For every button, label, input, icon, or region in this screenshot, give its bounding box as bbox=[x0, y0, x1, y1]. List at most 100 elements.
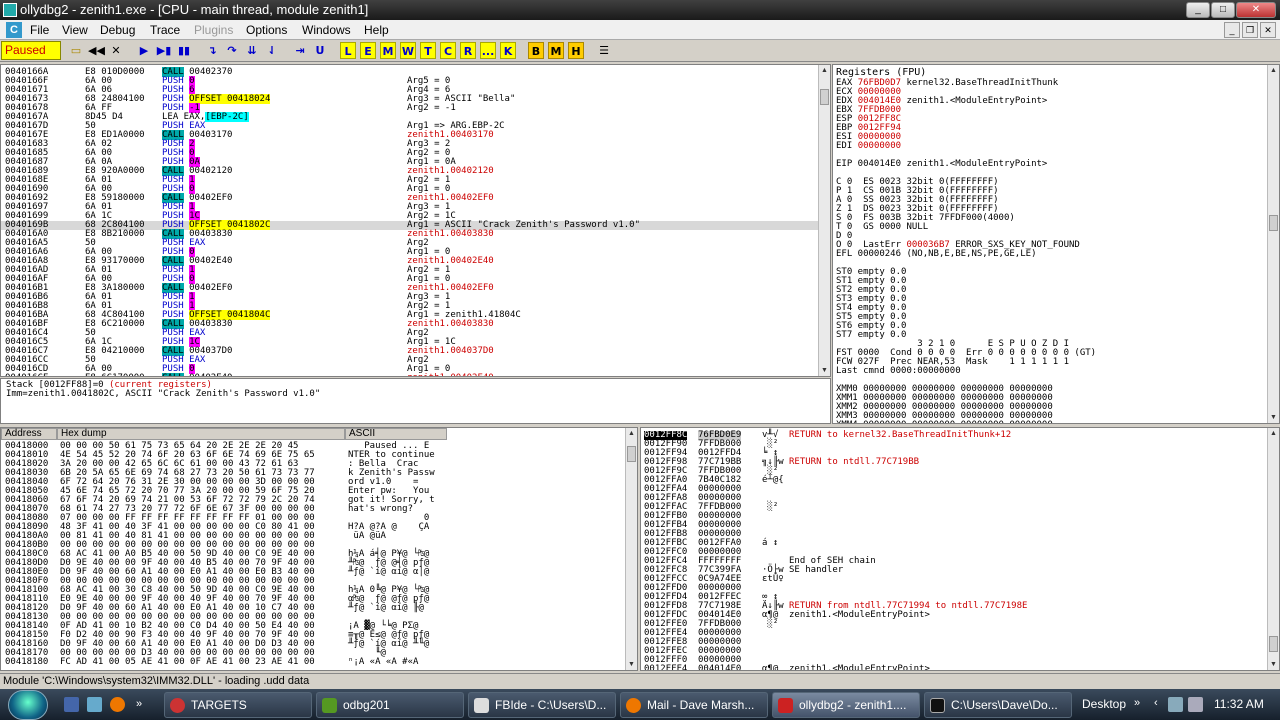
options-list-icon[interactable]: ☰ bbox=[596, 42, 612, 59]
task-targets[interactable]: TARGETS bbox=[164, 692, 312, 718]
close-button[interactable]: ✕ bbox=[1236, 2, 1276, 18]
disassembly-pane[interactable]: 0040166A E8 010D0000 CALL 00402370 0040166F… bbox=[0, 64, 831, 377]
task-mail[interactable]: Mail - Dave Marsh... bbox=[620, 692, 768, 718]
stack-pane[interactable]: 0012FF8C 76FBD0E9 v╨√ RETURN to kernel32.Ba… bbox=[640, 427, 1280, 671]
scroll-up-icon[interactable]: ▲ bbox=[819, 65, 830, 76]
references-button[interactable]: R bbox=[460, 42, 476, 59]
dump-row[interactable]: 00418180 FC AD 41 00 05 AE 41 00 0F AE 41… bbox=[1, 658, 637, 667]
scroll-down-icon[interactable]: ▼ bbox=[626, 659, 637, 670]
menu-file[interactable]: File bbox=[30, 23, 49, 37]
register-line[interactable]: XMM4 00000000 00000000 00000000 00000000 bbox=[836, 421, 1053, 424]
task-odbg201[interactable]: odbg201 bbox=[316, 692, 464, 718]
trace-over-icon[interactable]: ⇃ bbox=[264, 42, 280, 59]
call-stack-button[interactable]: K bbox=[500, 42, 516, 59]
stack-ascii: εtÜ♀ bbox=[762, 574, 784, 584]
scroll-up-icon[interactable]: ▲ bbox=[1268, 428, 1279, 439]
run-icon[interactable]: ▶ bbox=[136, 42, 152, 59]
title-bar: ollydbg2 - zenith1.exe - [CPU - main thr… bbox=[0, 0, 1280, 20]
chevron-left-icon[interactable]: ‹ bbox=[1154, 697, 1158, 709]
run-thread-icon[interactable]: ▶▮ bbox=[156, 42, 172, 59]
disassembly-scrollbar[interactable]: ▲ ▼ bbox=[818, 65, 830, 376]
disasm-address: 004016CF bbox=[5, 374, 48, 377]
dump-header-address[interactable]: Address bbox=[1, 428, 57, 440]
dump-header-ascii[interactable]: ASCII bbox=[345, 428, 447, 440]
scroll-thumb[interactable] bbox=[1269, 636, 1278, 652]
registers-scrollbar[interactable]: ▲ ▼ bbox=[1267, 65, 1279, 423]
menu-plugins[interactable]: Plugins bbox=[194, 23, 233, 37]
stack-comment: zenith1.<ModuleEntryPoint> bbox=[789, 610, 930, 620]
disasm-command: CALL 00402E40 bbox=[162, 373, 232, 376]
explorer-icon[interactable] bbox=[87, 697, 102, 712]
mdi-close-button[interactable]: ✕ bbox=[1260, 22, 1276, 38]
menu-windows[interactable]: Windows bbox=[302, 23, 351, 37]
scroll-thumb[interactable] bbox=[627, 446, 636, 462]
start-button[interactable] bbox=[8, 690, 48, 720]
menu-trace[interactable]: Trace bbox=[150, 23, 180, 37]
scroll-down-icon[interactable]: ▼ bbox=[1268, 659, 1279, 670]
execute-till-return-icon[interactable]: ⇥ bbox=[292, 42, 308, 59]
scroll-up-icon[interactable]: ▲ bbox=[1268, 65, 1279, 76]
menu-bar: C File View Debug Trace Plugins Options … bbox=[0, 20, 1280, 40]
task-label: FBIde - C:\Users\D... bbox=[495, 698, 607, 712]
breakpoints-button[interactable]: B bbox=[528, 42, 544, 59]
stack-row[interactable]: 0012FFF4 004014E0 α¶@ zenith1.<ModuleEntryP… bbox=[641, 665, 1279, 671]
execute-till-user-code-icon[interactable]: U bbox=[312, 42, 328, 59]
registers-pane[interactable]: Registers (FPU) EAX 76FBD0D7 kernel32.Ba… bbox=[832, 64, 1280, 424]
stack-ascii: á ↕ bbox=[762, 538, 779, 548]
volume-icon[interactable] bbox=[1188, 697, 1203, 712]
executable-modules-button[interactable]: E bbox=[360, 42, 376, 59]
show-desktop-icon[interactable] bbox=[64, 697, 79, 712]
open-icon[interactable]: ▭ bbox=[68, 42, 84, 59]
dump-header-hex[interactable]: Hex dump bbox=[57, 428, 345, 440]
chevron-right-icon[interactable]: » bbox=[1134, 697, 1140, 709]
dump-pane[interactable]: Address Hex dump ASCII 00418000 00 00 00 … bbox=[0, 427, 638, 671]
disasm-row[interactable]: 00401678 6A FF PUSH -1 Arg2 = -1 bbox=[1, 103, 830, 113]
minimize-button[interactable]: _ bbox=[1186, 2, 1210, 18]
step-over-icon[interactable]: ↷ bbox=[224, 42, 240, 59]
disasm-row[interactable]: 004016CF E8 6C170000 CALL 00402E40 zenith1.… bbox=[1, 373, 830, 377]
register-line[interactable]: Last cmnd 0000:00000000 bbox=[836, 367, 961, 376]
task-ollydbg[interactable]: ollydbg2 - zenith1.... bbox=[772, 692, 920, 718]
threads-button[interactable]: T bbox=[420, 42, 436, 59]
maximize-button[interactable]: □ bbox=[1211, 2, 1235, 18]
step-into-icon[interactable]: ↴ bbox=[204, 42, 220, 59]
desktop-toolbar-label[interactable]: Desktop bbox=[1082, 697, 1126, 711]
cpu-window-icon[interactable]: C bbox=[6, 22, 22, 38]
cpu-button[interactable]: C bbox=[440, 42, 456, 59]
task-label: odbg201 bbox=[343, 698, 390, 712]
clock[interactable]: 11:32 AM bbox=[1214, 697, 1264, 711]
menu-help[interactable]: Help bbox=[364, 23, 389, 37]
memory-map-button[interactable]: M bbox=[380, 42, 396, 59]
menu-debug[interactable]: Debug bbox=[100, 23, 135, 37]
scroll-down-icon[interactable]: ▼ bbox=[1268, 412, 1279, 423]
menu-view[interactable]: View bbox=[62, 23, 88, 37]
trace-into-icon[interactable]: ⇊ bbox=[244, 42, 260, 59]
hardware-breakpoints-button[interactable]: H bbox=[568, 42, 584, 59]
mdi-minimize-button[interactable]: _ bbox=[1224, 22, 1240, 38]
scroll-thumb[interactable] bbox=[820, 89, 829, 105]
register-line[interactable]: EFL 00000246 (NO,NB,E,BE,NS,PE,GE,LE) bbox=[836, 250, 1036, 259]
pause-icon[interactable]: ▮▮ bbox=[176, 42, 192, 59]
stack-scrollbar[interactable]: ▲ ▼ bbox=[1267, 428, 1279, 670]
restart-icon[interactable]: ◀◀ bbox=[88, 42, 105, 59]
firefox-icon[interactable] bbox=[110, 697, 125, 712]
menu-options[interactable]: Options bbox=[246, 23, 287, 37]
dump-scrollbar[interactable]: ▲ ▼ bbox=[625, 428, 637, 670]
windows-list-button[interactable]: W bbox=[400, 42, 416, 59]
run-trace-button[interactable]: ... bbox=[480, 42, 496, 59]
debug-status: Paused bbox=[1, 41, 61, 60]
scroll-up-icon[interactable]: ▲ bbox=[626, 428, 637, 439]
close-program-icon[interactable]: ✕ bbox=[108, 42, 124, 59]
register-line[interactable]: EIP 004014E0 zenith1.<ModuleEntryPoint> bbox=[836, 160, 1047, 169]
task-fbide[interactable]: FBIde - C:\Users\D... bbox=[468, 692, 616, 718]
memory-breakpoints-button[interactable]: M bbox=[548, 42, 564, 59]
network-icon[interactable] bbox=[1168, 697, 1183, 712]
task-cmd[interactable]: C:\Users\Dave\Do... bbox=[924, 692, 1072, 718]
chevron-right-icon[interactable]: » bbox=[136, 697, 151, 712]
log-window-button[interactable]: L bbox=[340, 42, 356, 59]
stack-ascii: α¶@ bbox=[762, 664, 779, 671]
scroll-thumb[interactable] bbox=[1269, 215, 1278, 231]
scroll-down-icon[interactable]: ▼ bbox=[819, 365, 830, 376]
register-line[interactable]: EDI 00000000 bbox=[836, 142, 901, 151]
mdi-restore-button[interactable]: ❐ bbox=[1242, 22, 1258, 38]
